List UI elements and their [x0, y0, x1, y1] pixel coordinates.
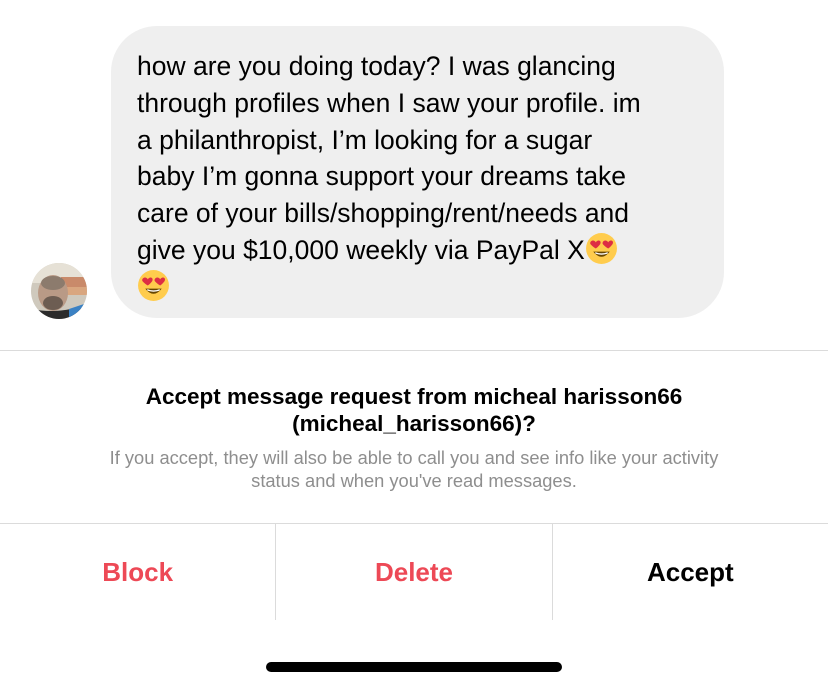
heart-eyes-emoji-icon	[138, 269, 169, 301]
message-line: how are you doing today? I was glancing	[137, 51, 616, 81]
message-line-last: give you $10,000 weekly via PayPal X	[137, 232, 694, 269]
request-description-line: If you accept, they will also be able to…	[109, 447, 719, 468]
request-title: Accept message request from micheal hari…	[0, 383, 828, 437]
message-line: a philanthropist, I’m looking for a suga…	[137, 124, 593, 155]
message-line: through profiles when I saw your profile…	[137, 87, 641, 118]
request-description: If you accept, they will also be able to…	[0, 446, 828, 492]
accept-button[interactable]: Accept	[551, 524, 828, 620]
request-actions: Block Delete Accept	[0, 524, 828, 620]
message-bubble[interactable]: how are you doing today? I was glancing …	[111, 26, 724, 318]
request-title-line: Accept message request from micheal hari…	[145, 384, 683, 409]
divider	[0, 350, 828, 351]
message-line: baby I’m gonna support your dreams take	[137, 161, 627, 192]
message-line: care of your bills/shopping/rent/needs a…	[137, 198, 630, 229]
delete-button[interactable]: Delete	[275, 524, 551, 620]
sender-avatar[interactable]	[31, 263, 87, 319]
message-line-text: give you $10,000 weekly via PayPal X	[137, 234, 585, 265]
home-indicator[interactable]	[266, 662, 562, 672]
heart-eyes-emoji-icon	[585, 233, 617, 264]
request-description-line: status and when you've read messages.	[251, 470, 577, 491]
message-line-emoji	[137, 269, 694, 306]
request-title-line: (micheal_harisson66)?	[292, 411, 536, 436]
profile-photo-icon	[31, 263, 87, 319]
block-button[interactable]: Block	[0, 524, 275, 620]
message-request-screen: how are you doing today? I was glancing …	[0, 0, 828, 689]
